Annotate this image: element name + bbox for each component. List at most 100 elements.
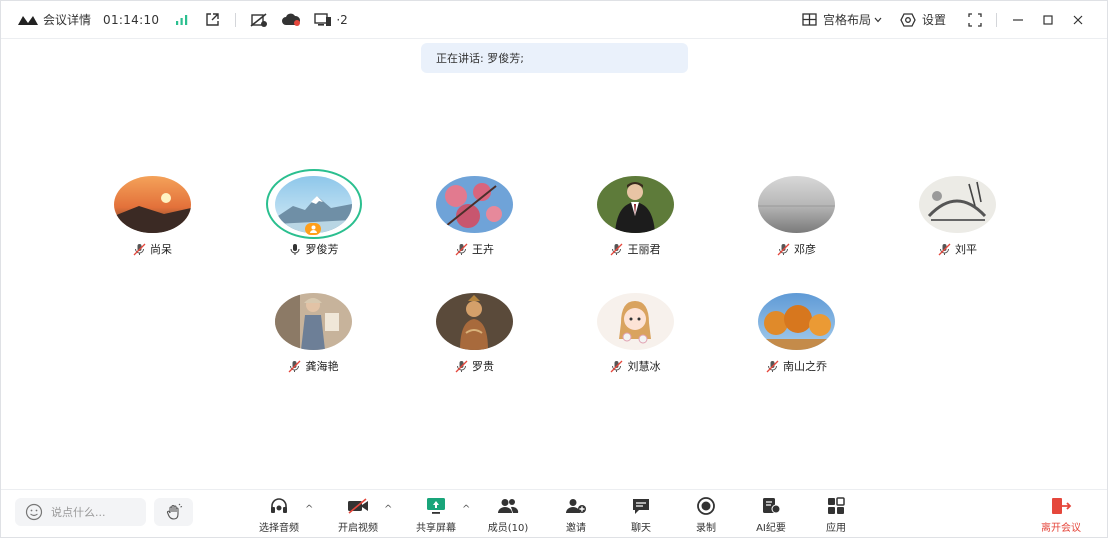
participant-name: 王丽君 [627,243,661,256]
participant-tile[interactable]: 王卉 [404,176,544,276]
invite-user-icon [565,496,587,516]
record-label: 录制 [696,523,716,534]
participant-name: 尚呆 [150,243,172,256]
raise-hand-button[interactable] [154,498,193,526]
speaking-banner: 正在讲话: 罗俊芳; [421,43,688,73]
members-icon [497,496,519,516]
participant-name-row: 王丽君 [565,241,705,257]
participant-name: 王卉 [472,243,494,256]
avatar [114,176,191,233]
participant-name-row: 刘平 [887,241,1027,257]
apps-button[interactable]: 应用 [806,496,866,536]
chat-quick-placeholder: 说点什么... [51,506,106,519]
headset-icon [268,496,290,516]
mic-active-icon [288,242,302,256]
maximize-icon[interactable] [1033,5,1063,35]
participant-name-row: 刘慧冰 [565,358,705,374]
chevron-down-icon [874,17,882,22]
invite-label: 邀请 [566,523,586,534]
chat-button[interactable]: 聊天 [611,496,671,536]
chat-bubble-icon [630,496,652,516]
participant-name-row: 罗俊芳 [243,241,383,257]
participant-tile[interactable]: 南山之乔 [726,293,866,393]
avatar [758,176,835,233]
gear-icon [900,12,916,27]
meeting-timer: 01:14:10 [103,12,160,27]
divider [996,12,997,27]
mic-muted-icon [132,242,146,256]
meeting-window: 会议详情 01:14:10 ·2 宫格布局 设置 正在讲话: 罗俊芳; 尚呆 罗… [0,0,1108,538]
participant-tile[interactable]: 罗贵 [404,293,544,393]
participant-tile[interactable]: 王丽君 [565,176,705,276]
participant-name: 龚海艳 [305,360,339,373]
leave-meeting-button[interactable]: 离开会议 [1031,496,1091,536]
select-audio-label: 选择音频 [259,523,299,534]
camera-off-icon [347,496,369,516]
share-screen-button[interactable]: 共享屏幕 [406,496,466,536]
avatar [919,176,996,233]
speaking-text: 正在讲话: 罗俊芳; [436,52,524,65]
participant-name: 刘慧冰 [627,360,661,373]
share-options-chevron-icon[interactable]: ^ [462,504,470,515]
participant-name-row: 尚呆 [82,241,222,257]
participant-name: 罗俊芳 [305,243,339,256]
device-count-value: 2 [340,12,348,27]
settings-button[interactable]: 设置 [900,11,946,28]
participant-tile[interactable]: 邓彦 [726,176,866,276]
grid-icon [802,13,817,26]
exit-icon [1050,496,1072,516]
participant-name: 邓彦 [794,243,816,256]
avatar [436,176,513,233]
mic-muted-icon [610,242,624,256]
mic-muted-icon [288,359,302,373]
start-video-button[interactable]: 开启视频 [328,496,388,536]
invite-button[interactable]: 邀请 [546,496,606,536]
mute-all-icon[interactable] [248,9,270,31]
signal-strength-icon[interactable] [171,9,193,31]
avatar [758,293,835,350]
apps-grid-icon [825,496,847,516]
mic-muted-icon [610,359,624,373]
avatar [275,293,352,350]
mic-muted-icon [454,359,468,373]
cloud-record-icon[interactable] [280,9,302,31]
chat-label: 聊天 [631,523,651,534]
device-icon[interactable] [312,9,334,31]
minimize-icon[interactable] [1003,5,1033,35]
grid-layout-button[interactable]: 宫格布局 [802,11,882,28]
settings-label: 设置 [921,13,946,27]
members-button[interactable]: 成员(10) [478,496,538,536]
participant-tile[interactable]: 龚海艳 [243,293,383,393]
pop-out-icon[interactable] [201,9,223,31]
participant-name-row: 罗贵 [404,358,544,374]
bottom-toolbar: 说点什么... 选择音频 ^ 开启视频 ^ 共享屏幕 ^ 成员(10) 邀请 聊… [1,489,1107,537]
mic-muted-icon [776,242,790,256]
participant-tile[interactable]: 刘平 [887,176,1027,276]
audio-options-chevron-icon[interactable]: ^ [305,504,313,515]
host-badge-icon [305,223,321,235]
app-logo-icon [17,13,39,27]
participant-name: 刘平 [955,243,977,256]
leave-meeting-label: 离开会议 [1041,523,1081,534]
select-audio-button[interactable]: 选择音频 [249,496,309,536]
emoji-icon[interactable] [25,503,43,521]
share-screen-label: 共享屏幕 [416,523,456,534]
video-options-chevron-icon[interactable]: ^ [384,504,392,515]
participant-name-row: 王卉 [404,241,544,257]
participant-tile[interactable]: 尚呆 [82,176,222,276]
members-label: 成员(10) [487,523,529,534]
record-icon [695,496,717,516]
participant-name: 南山之乔 [783,360,827,373]
top-bar: 会议详情 01:14:10 ·2 宫格布局 设置 [1,1,1107,39]
close-icon[interactable] [1063,5,1093,35]
ai-minutes-label: AI纪要 [756,523,786,534]
avatar [597,176,674,233]
ai-minutes-button[interactable]: AI纪要 [741,496,801,536]
meeting-details-link[interactable]: 会议详情 [43,11,91,28]
fullscreen-icon[interactable] [960,5,990,35]
participant-tile[interactable]: 罗俊芳 [243,169,383,276]
participant-tile[interactable]: 刘慧冰 [565,293,705,393]
record-button[interactable]: 录制 [676,496,736,536]
chat-quick-input[interactable]: 说点什么... [15,498,146,526]
mic-muted-icon [937,242,951,256]
